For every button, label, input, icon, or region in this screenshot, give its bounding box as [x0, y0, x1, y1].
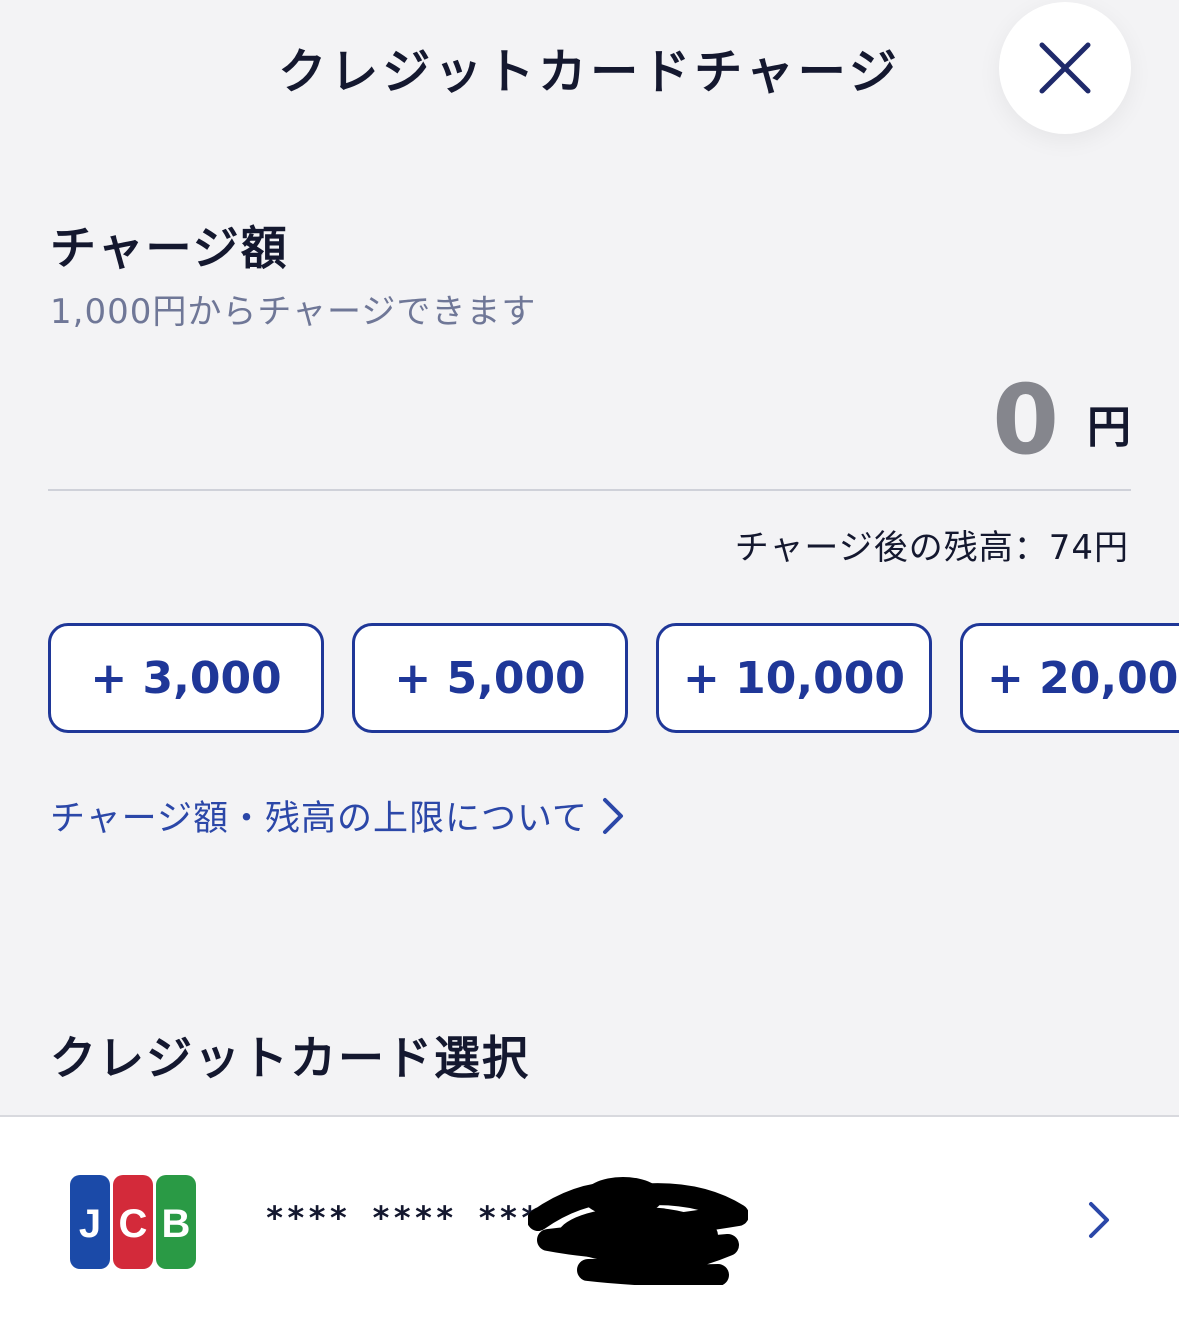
- charge-amount-value: 0: [992, 364, 1059, 476]
- balance-after-charge: チャージ後の残高：74円: [734, 528, 1129, 568]
- close-button[interactable]: [999, 2, 1131, 134]
- quick-amount-button-3000[interactable]: + 3,000: [48, 623, 324, 733]
- amount-divider: [48, 489, 1131, 491]
- charge-limit-link[interactable]: チャージ額・残高の上限について: [50, 790, 624, 841]
- masked-card-number: **** **** ****: [265, 1199, 563, 1237]
- jcb-logo-icon: J C B: [70, 1175, 196, 1269]
- header: クレジットカードチャージ: [0, 0, 1179, 135]
- card-select-title: クレジットカード選択: [50, 1031, 530, 1085]
- quick-amount-button-20000[interactable]: + 20,000: [960, 623, 1179, 733]
- redaction-scribble: [528, 1177, 748, 1285]
- credit-card-row[interactable]: J C B **** **** ****: [0, 1115, 1179, 1317]
- quick-amount-list: + 3,000 + 5,000 + 10,000 + 20,000: [48, 623, 1179, 739]
- jcb-letter-j: J: [79, 1202, 101, 1246]
- chevron-right-icon: [1089, 1202, 1109, 1238]
- jcb-letter-b: B: [162, 1202, 191, 1246]
- minimum-charge-hint: 1,000円からチャージできます: [50, 292, 537, 332]
- chevron-right-icon: [602, 797, 623, 834]
- charge-limit-link-label: チャージ額・残高の上限について: [50, 799, 588, 839]
- charge-amount-unit: 円: [1087, 402, 1131, 453]
- quick-amount-button-5000[interactable]: + 5,000: [352, 623, 628, 733]
- charge-amount-title: チャージ額: [50, 221, 289, 275]
- close-icon: [1039, 42, 1091, 94]
- jcb-letter-c: C: [119, 1202, 148, 1246]
- charge-amount-display[interactable]: 0 円: [992, 360, 1131, 470]
- quick-amount-button-10000[interactable]: + 10,000: [656, 623, 932, 733]
